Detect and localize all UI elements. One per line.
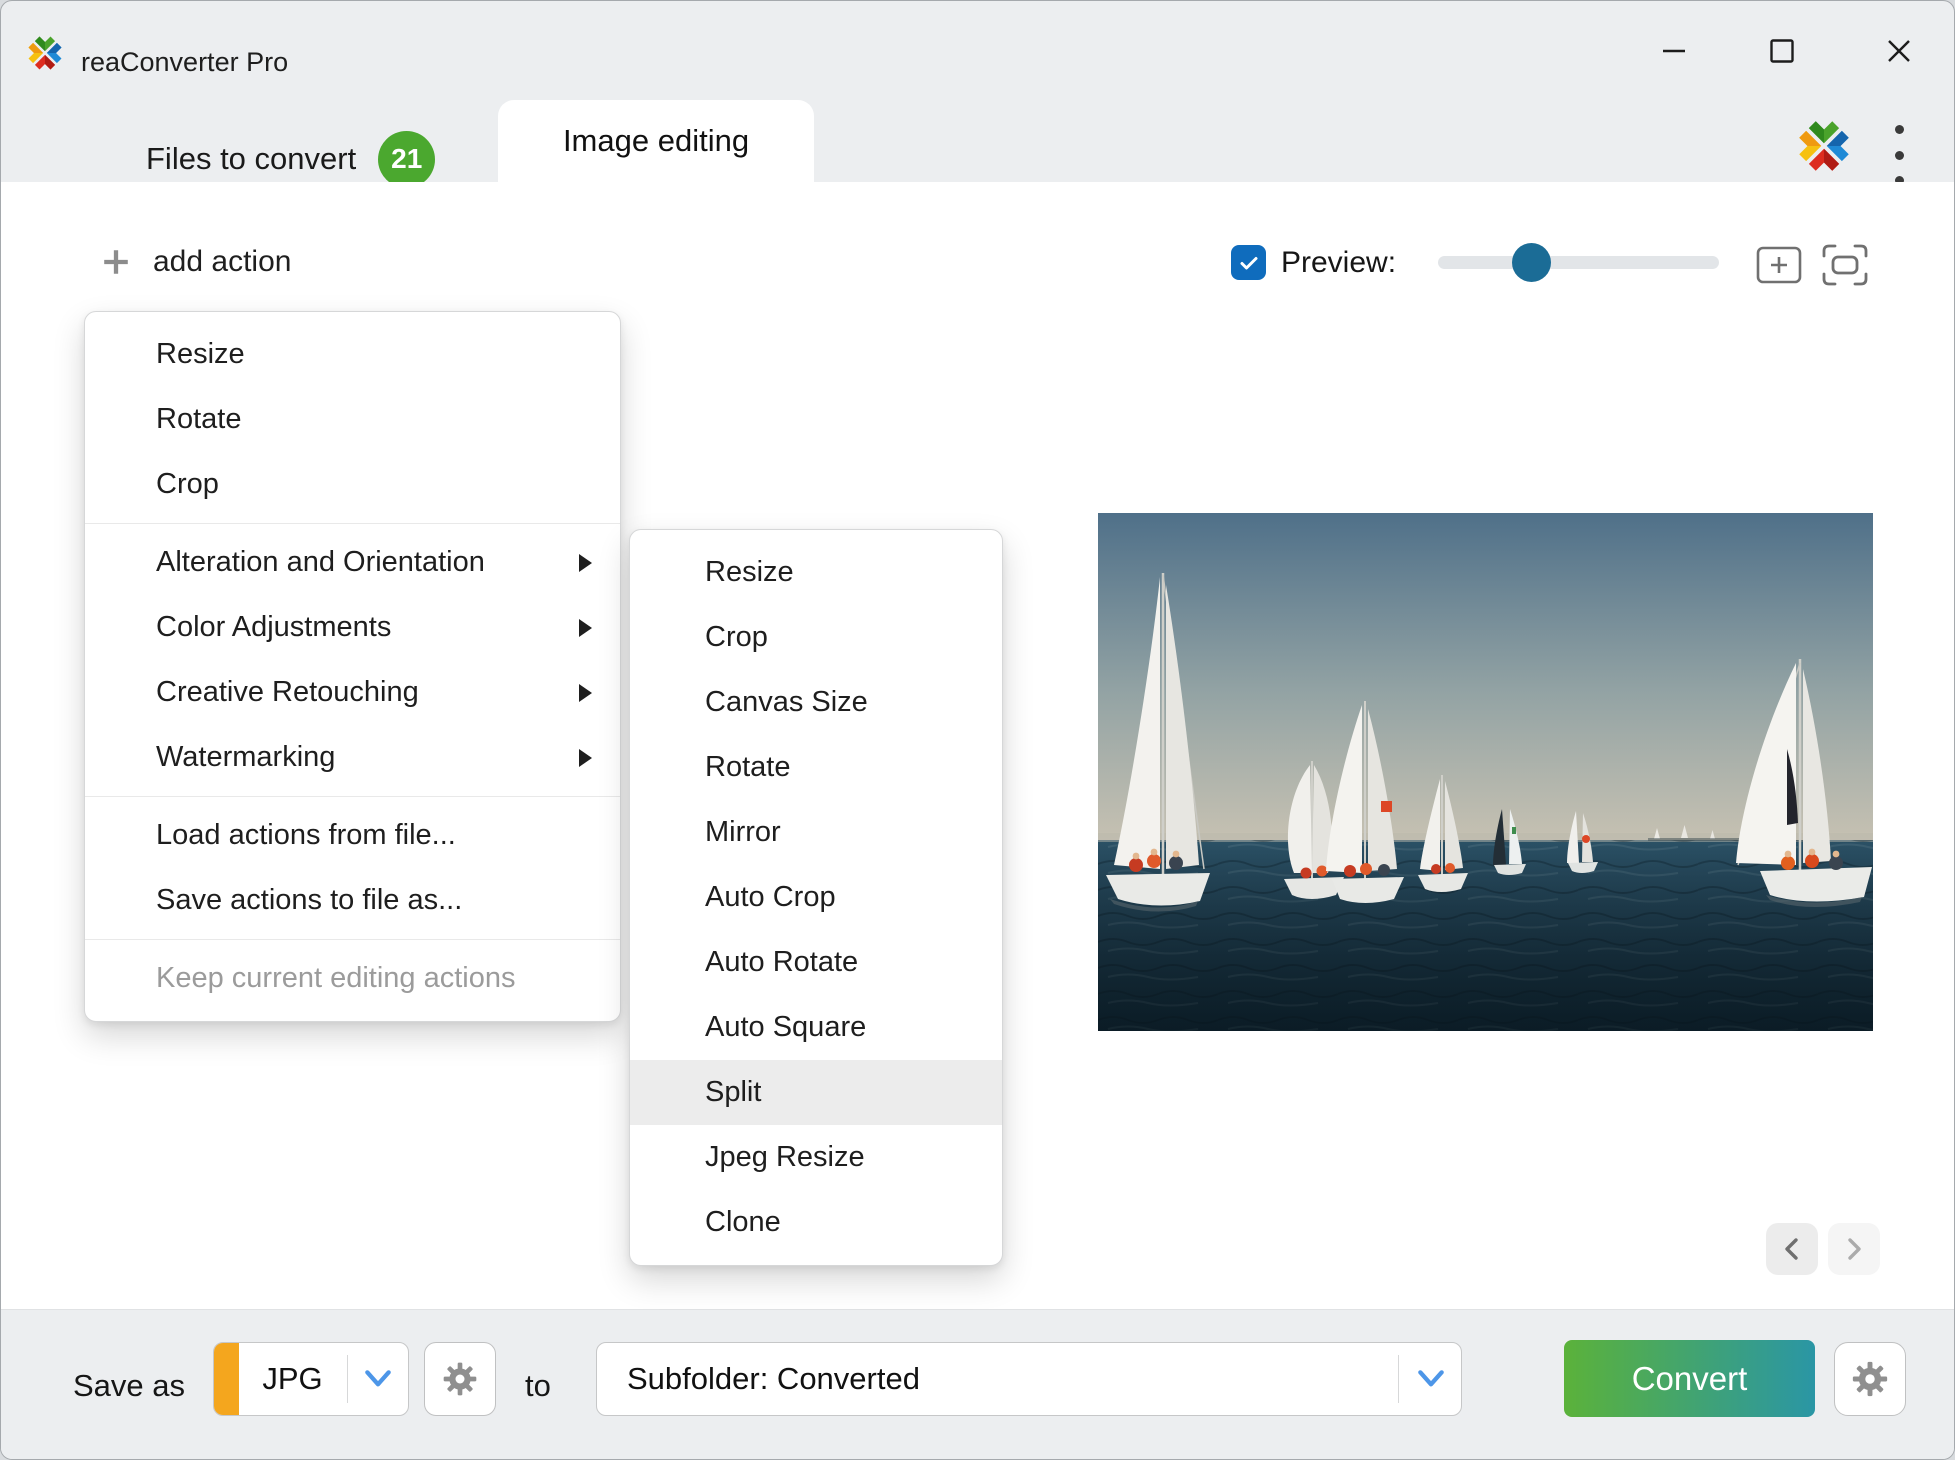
convert-button[interactable]: Convert [1564, 1340, 1815, 1417]
bottom-bar: Save as JPG to Subfolder: Converted Conv… [1, 1309, 1954, 1459]
close-icon [1886, 38, 1912, 64]
minimize-icon [1661, 38, 1687, 64]
divider [1398, 1355, 1399, 1403]
preview-controls: Preview: [1229, 234, 1954, 290]
chevron-down-icon [1415, 1365, 1447, 1393]
chevron-left-icon [1780, 1235, 1804, 1263]
tab-image-editing-label: Image editing [563, 123, 749, 159]
more-options-button[interactable] [1889, 119, 1909, 191]
format-accent-strip [214, 1343, 239, 1415]
submenu-item-split[interactable]: Split [630, 1060, 1002, 1125]
minimize-button[interactable] [1654, 31, 1694, 71]
app-window: reaConverter Pro Files to convert 21 Ima… [0, 0, 1955, 1460]
menu-item-keep-current-editing-actions: Keep current editing actions [85, 946, 620, 1011]
preview-checkbox[interactable] [1231, 245, 1266, 280]
fullscreen-button[interactable] [1821, 242, 1869, 288]
submenu-item-resize[interactable]: Resize [630, 540, 1002, 605]
submenu-item-auto-crop[interactable]: Auto Crop [630, 865, 1002, 930]
add-action-label: add action [153, 245, 291, 279]
zoom-plus-icon [1756, 246, 1802, 284]
submenu-arrow-icon [579, 554, 592, 572]
gear-icon [440, 1359, 480, 1399]
chevron-down-icon [362, 1365, 394, 1393]
add-action-button[interactable]: add action [101, 234, 291, 290]
format-settings-button[interactable] [424, 1342, 496, 1416]
window-title: reaConverter Pro [81, 47, 288, 78]
maximize-icon [1769, 38, 1795, 64]
convert-label: Convert [1632, 1360, 1748, 1398]
maximize-button[interactable] [1762, 31, 1802, 71]
menu-item-creative-retouching[interactable]: Creative Retouching [85, 660, 620, 725]
menu-separator [85, 523, 620, 524]
submenu-item-clone[interactable]: Clone [630, 1190, 1002, 1255]
image-editing-panel: add action Preview: [1, 182, 1954, 1309]
menu-separator [85, 939, 620, 940]
tab-files-label: Files to convert [146, 141, 356, 177]
destination-dropdown[interactable]: Subfolder: Converted [596, 1342, 1462, 1416]
menu-item-crop[interactable]: Crop [85, 452, 620, 517]
menu-item-rotate[interactable]: Rotate [85, 387, 620, 452]
app-logo-icon [23, 31, 67, 75]
close-button[interactable] [1879, 31, 1919, 71]
conversion-settings-button[interactable] [1834, 1342, 1906, 1416]
gear-icon [1849, 1358, 1891, 1400]
add-action-menu: Resize Rotate Crop Alteration and Orient… [84, 311, 621, 1022]
zoom-original-button[interactable] [1755, 242, 1803, 288]
menu-item-alteration-and-orientation[interactable]: Alteration and Orientation [85, 530, 620, 595]
destination-value: Subfolder: Converted [627, 1343, 1381, 1415]
preview-zoom-slider[interactable] [1438, 256, 1719, 269]
menu-item-resize[interactable]: Resize [85, 322, 620, 387]
save-as-label: Save as [73, 1368, 185, 1404]
submenu-arrow-icon [579, 684, 592, 702]
submenu-item-jpeg-resize[interactable]: Jpeg Resize [630, 1125, 1002, 1190]
next-image-button[interactable] [1828, 1223, 1880, 1275]
format-dropdown[interactable]: JPG [213, 1342, 409, 1416]
files-count-badge: 21 [378, 131, 435, 188]
submenu-arrow-icon [579, 619, 592, 637]
title-bar: reaConverter Pro [1, 1, 1954, 93]
menu-item-color-adjustments[interactable]: Color Adjustments [85, 595, 620, 660]
submenu-item-rotate[interactable]: Rotate [630, 735, 1002, 800]
reaconverter-logo-icon [1791, 113, 1857, 179]
to-label: to [525, 1368, 551, 1404]
menu-separator [85, 796, 620, 797]
preview-label: Preview: [1281, 246, 1396, 280]
fullscreen-icon [1822, 244, 1868, 286]
submenu-item-mirror[interactable]: Mirror [630, 800, 1002, 865]
plus-icon [101, 247, 131, 277]
alteration-submenu: Resize Crop Canvas Size Rotate Mirror Au… [629, 529, 1003, 1266]
submenu-item-canvas-size[interactable]: Canvas Size [630, 670, 1002, 735]
check-icon [1237, 251, 1261, 275]
menu-item-load-actions-from-file[interactable]: Load actions from file... [85, 803, 620, 868]
menu-item-watermarking[interactable]: Watermarking [85, 725, 620, 790]
submenu-arrow-icon [579, 749, 592, 767]
chevron-right-icon [1842, 1235, 1866, 1263]
submenu-item-auto-square[interactable]: Auto Square [630, 995, 1002, 1060]
tab-image-editing[interactable]: Image editing [498, 100, 814, 182]
submenu-item-auto-rotate[interactable]: Auto Rotate [630, 930, 1002, 995]
previous-image-button[interactable] [1766, 1223, 1818, 1275]
preview-image [1098, 513, 1873, 1031]
divider [347, 1355, 348, 1403]
submenu-item-crop[interactable]: Crop [630, 605, 1002, 670]
format-value: JPG [239, 1343, 346, 1415]
slider-thumb[interactable] [1512, 243, 1551, 282]
menu-item-save-actions-to-file[interactable]: Save actions to file as... [85, 868, 620, 933]
